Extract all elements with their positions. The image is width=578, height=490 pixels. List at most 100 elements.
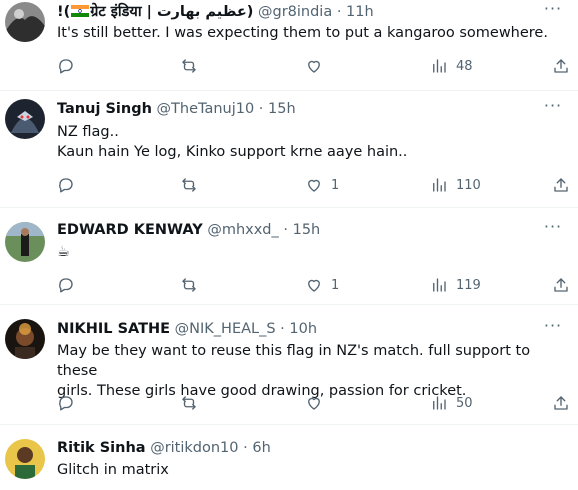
handle[interactable]: @gr8india [258, 4, 332, 20]
avatar[interactable] [5, 99, 45, 139]
share-icon [554, 396, 568, 410]
more-icon[interactable]: ··· [542, 219, 564, 240]
timestamp[interactable]: 15h [268, 101, 296, 117]
handle[interactable]: @NIK_HEAL_S [175, 321, 276, 337]
handle[interactable]: @mhxxd_ [207, 222, 278, 238]
display-name[interactable]: !(ग्रेट इंडिया | عظیم بھارت) [57, 4, 253, 20]
retweet-icon [182, 59, 196, 73]
handle[interactable]: @ritikdon10 [150, 440, 238, 456]
avatar[interactable] [5, 2, 45, 42]
views-icon [433, 396, 446, 410]
india-flag-icon [71, 5, 90, 17]
like-button[interactable] [305, 392, 331, 414]
action-bar: 48 [0, 55, 578, 77]
action-bar: 50 [0, 392, 578, 414]
separator: · [238, 440, 253, 456]
text-line: Glitch in matrix [57, 462, 169, 478]
like-count: 1 [331, 277, 340, 293]
reply-icon [59, 278, 73, 293]
reply-icon [59, 178, 73, 193]
heart-icon [308, 397, 320, 410]
views-icon [433, 178, 446, 192]
like-button[interactable] [305, 55, 331, 77]
retweet-icon [182, 178, 196, 192]
heart-icon [308, 279, 320, 292]
retweet-button[interactable] [180, 274, 198, 296]
heart-icon [308, 60, 320, 73]
share-button[interactable] [552, 392, 570, 414]
text-line: May be they want to reuse this flag in N… [57, 343, 531, 379]
more-icon[interactable]: ··· [542, 318, 564, 339]
view-count: 50 [456, 395, 473, 411]
display-name[interactable]: Ritik Sinha [57, 440, 146, 456]
view-count: 48 [456, 58, 473, 74]
timestamp[interactable]: 15h [293, 222, 321, 238]
tweet-header: EDWARD KENWAY @mhxxd_ · 15h [57, 220, 528, 240]
reply-button[interactable] [57, 274, 75, 296]
tweet-text: It's still better. I was expecting them … [57, 23, 558, 43]
handle[interactable]: @TheTanuj10 [157, 101, 255, 117]
avatar[interactable] [5, 319, 45, 359]
retweet-button[interactable] [180, 55, 198, 77]
tweet-text: NZ flag.. Kaun hain Ye log, Kinko suppor… [57, 122, 558, 162]
share-button[interactable] [552, 55, 570, 77]
view-count: 119 [456, 277, 481, 293]
tweet[interactable]: Tanuj Singh @TheTanuj10 · 15h ··· NZ fla… [0, 91, 578, 208]
text-line: Kaun hain Ye log, Kinko support krne aay… [57, 144, 408, 160]
reply-icon [59, 59, 73, 74]
reply-button[interactable] [57, 55, 75, 77]
retweet-button[interactable] [180, 174, 198, 196]
display-name[interactable]: EDWARD KENWAY [57, 222, 203, 238]
more-icon[interactable]: ··· [542, 98, 564, 119]
like-button[interactable]: 1 [305, 174, 339, 196]
heart-icon [308, 179, 320, 192]
like-count: 1 [331, 177, 340, 193]
tweet-header: Tanuj Singh @TheTanuj10 · 15h [57, 99, 528, 119]
tweet-header: Ritik Sinha @ritikdon10 · 6h [57, 438, 528, 458]
reply-button[interactable] [57, 174, 75, 196]
views-button[interactable]: 119 [430, 274, 481, 296]
separator: · [278, 222, 293, 238]
timestamp[interactable]: 10h [289, 321, 317, 337]
tweet-header: !(ग्रेट इंडिया | عظیم بھارت) @gr8india ·… [57, 2, 528, 22]
tweet[interactable]: EDWARD KENWAY @mhxxd_ · 15h ··· ☕ 1 119 [0, 208, 578, 305]
views-icon [433, 59, 446, 73]
tweet[interactable]: NIKHIL SATHE @NIK_HEAL_S · 10h ··· May b… [0, 305, 578, 425]
share-icon [554, 278, 568, 292]
tweet-text: Glitch in matrix [57, 460, 558, 480]
separator: · [275, 321, 290, 337]
text-line: NZ flag.. [57, 124, 119, 140]
views-button[interactable]: 50 [430, 392, 473, 414]
tweet-header: NIKHIL SATHE @NIK_HEAL_S · 10h [57, 319, 528, 339]
share-button[interactable] [552, 274, 570, 296]
tweet[interactable]: Ritik Sinha @ritikdon10 · 6h Glitch in m… [0, 425, 578, 490]
like-button[interactable]: 1 [305, 274, 339, 296]
display-name[interactable]: Tanuj Singh [57, 101, 152, 117]
tweet-text: ☕ [57, 242, 558, 262]
views-icon [433, 278, 446, 292]
retweet-button[interactable] [180, 392, 198, 414]
avatar[interactable] [5, 222, 45, 262]
retweet-icon [182, 278, 196, 292]
timestamp[interactable]: 11h [346, 4, 374, 20]
reply-feed: !(ग्रेट इंडिया | عظیم بھارت) @gr8india ·… [0, 0, 578, 490]
separator: · [254, 101, 269, 117]
more-icon[interactable]: ··· [542, 1, 564, 22]
reply-icon [59, 396, 73, 411]
text-line: It's still better. I was expecting them … [57, 25, 548, 41]
views-button[interactable]: 48 [430, 55, 473, 77]
reply-button[interactable] [57, 392, 75, 414]
view-count: 110 [456, 177, 481, 193]
share-icon [554, 178, 568, 192]
avatar[interactable] [5, 439, 45, 479]
display-name[interactable]: NIKHIL SATHE [57, 321, 170, 337]
views-button[interactable]: 110 [430, 174, 481, 196]
text-line: ☕ [57, 244, 70, 260]
action-bar: 1 119 [0, 274, 578, 296]
action-bar: 1 110 [0, 174, 578, 196]
retweet-icon [182, 396, 196, 410]
tweet[interactable]: !(ग्रेट इंडिया | عظیم بھارت) @gr8india ·… [0, 0, 578, 91]
timestamp[interactable]: 6h [252, 440, 270, 456]
share-icon [554, 59, 568, 73]
share-button[interactable] [552, 174, 570, 196]
